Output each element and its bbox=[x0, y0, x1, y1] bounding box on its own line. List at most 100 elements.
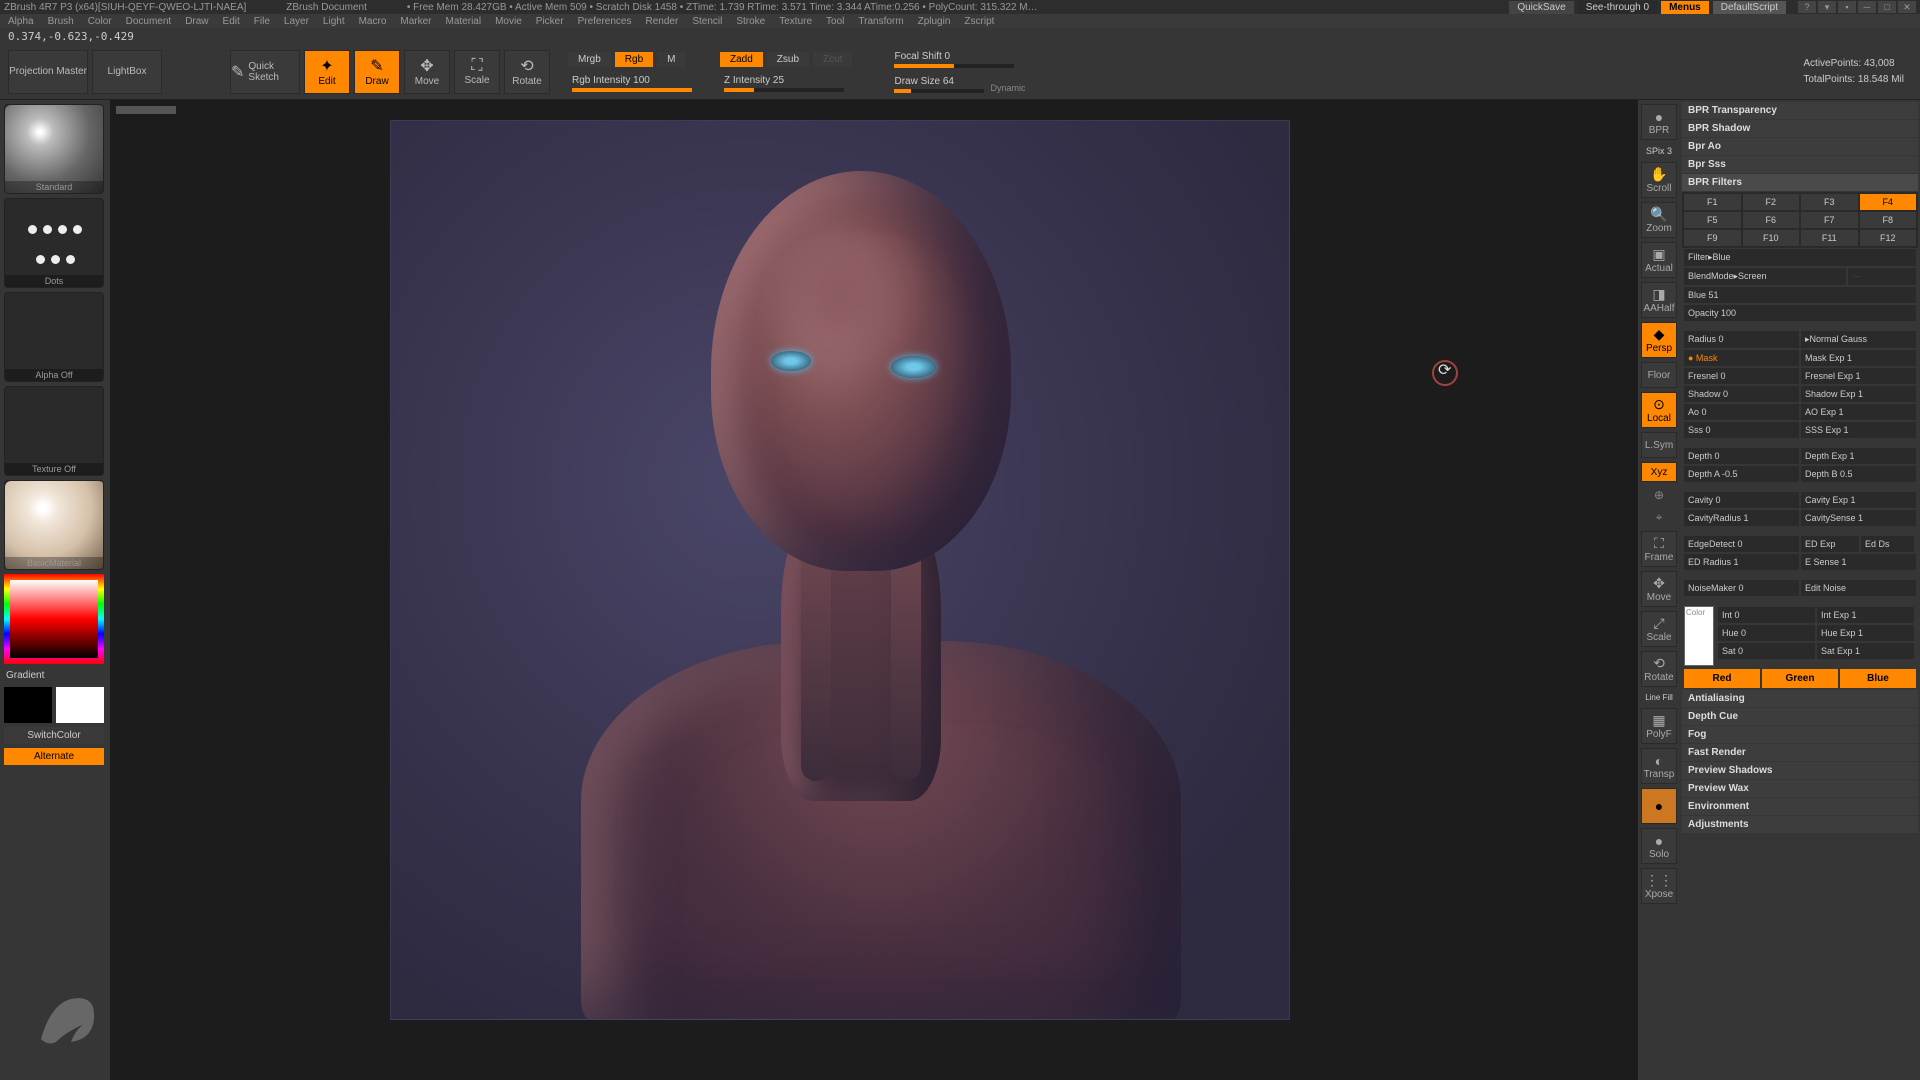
focal-shift-slider[interactable]: Focal Shift 0 bbox=[894, 51, 1025, 68]
ghost-button[interactable]: ● bbox=[1641, 788, 1677, 824]
section-pshadows[interactable]: Preview Shadows bbox=[1682, 762, 1918, 779]
ed-exp-slider[interactable]: ED Exp bbox=[1801, 536, 1859, 552]
depth-b-slider[interactable]: Depth B 0.5 bbox=[1801, 466, 1916, 482]
dynamic-label[interactable]: Dynamic bbox=[990, 83, 1025, 93]
normal-dropdown[interactable]: ▸Normal Gauss bbox=[1801, 331, 1916, 348]
cavity-sense-slider[interactable]: CavitySense 1 bbox=[1801, 510, 1916, 526]
draw-mode-button[interactable]: ✎Draw bbox=[354, 50, 400, 94]
filter-f9[interactable]: F9 bbox=[1684, 230, 1741, 246]
filter-f6[interactable]: F6 bbox=[1743, 212, 1800, 228]
rgb-intensity-slider[interactable]: Rgb Intensity 100 bbox=[572, 75, 692, 92]
move-mode-button[interactable]: ✥Move bbox=[404, 50, 450, 94]
center-icon[interactable]: ⊕ bbox=[1652, 486, 1666, 504]
cavity-exp-slider[interactable]: Cavity Exp 1 bbox=[1801, 492, 1916, 508]
rotate-mode-button[interactable]: ⟲Rotate bbox=[504, 50, 550, 94]
bpr-button[interactable]: ●BPR bbox=[1641, 104, 1677, 140]
spix-slider[interactable]: SPix 3 bbox=[1644, 144, 1674, 158]
section-pwax[interactable]: Preview Wax bbox=[1682, 780, 1918, 797]
red-channel-button[interactable]: Red bbox=[1684, 669, 1760, 688]
brush-selector[interactable]: Standard bbox=[4, 104, 104, 194]
menu-marker[interactable]: Marker bbox=[400, 16, 431, 27]
xpose-button[interactable]: ⋮⋮Xpose bbox=[1641, 868, 1677, 904]
edit-mode-button[interactable]: ✦Edit bbox=[304, 50, 350, 94]
local-button[interactable]: ⊙Local bbox=[1641, 392, 1677, 428]
filter-f3[interactable]: F3 bbox=[1801, 194, 1858, 210]
quicksave-button[interactable]: QuickSave bbox=[1509, 1, 1573, 14]
menu-render[interactable]: Render bbox=[646, 16, 679, 27]
filter-f8[interactable]: F8 bbox=[1860, 212, 1917, 228]
menu-layer[interactable]: Layer bbox=[284, 16, 309, 27]
section-filters[interactable]: BPR Filters bbox=[1682, 174, 1918, 191]
menu-color[interactable]: Color bbox=[88, 16, 112, 27]
menu-zplugin[interactable]: Zplugin bbox=[918, 16, 951, 27]
nav-rotate-button[interactable]: ⟲Rotate bbox=[1641, 651, 1677, 687]
depth-exp-slider[interactable]: Depth Exp 1 bbox=[1801, 448, 1916, 464]
doc-tab[interactable] bbox=[116, 106, 176, 114]
close-icon[interactable]: ✕ bbox=[1898, 1, 1916, 13]
menu-edit[interactable]: Edit bbox=[223, 16, 240, 27]
edit-noise-button[interactable]: Edit Noise bbox=[1801, 580, 1916, 596]
scale-mode-button[interactable]: ⛶Scale bbox=[454, 50, 500, 94]
blue-channel-button[interactable]: Blue bbox=[1840, 669, 1916, 688]
section-fog[interactable]: Fog bbox=[1682, 726, 1918, 743]
menu-document[interactable]: Document bbox=[126, 16, 172, 27]
section-shadow[interactable]: BPR Shadow bbox=[1682, 120, 1918, 137]
filter-f1[interactable]: F1 bbox=[1684, 194, 1741, 210]
lightbox-button[interactable]: LightBox bbox=[92, 50, 162, 94]
section-sss[interactable]: Bpr Sss bbox=[1682, 156, 1918, 173]
menu-alpha[interactable]: Alpha bbox=[8, 16, 34, 27]
menu-movie[interactable]: Movie bbox=[495, 16, 522, 27]
solo-button[interactable]: ●Solo bbox=[1641, 828, 1677, 864]
hue-exp-slider[interactable]: Hue Exp 1 bbox=[1817, 625, 1914, 641]
ed-radius-slider[interactable]: ED Radius 1 bbox=[1684, 554, 1799, 570]
locate-icon[interactable]: ⌖ bbox=[1654, 508, 1665, 527]
aahalf-button[interactable]: ◨AAHalf bbox=[1641, 282, 1677, 318]
zsub-button[interactable]: Zsub bbox=[767, 52, 809, 67]
mask-slider[interactable]: ● Mask bbox=[1684, 350, 1799, 366]
pin-icon[interactable]: ▾ bbox=[1818, 1, 1836, 13]
filter-f11[interactable]: F11 bbox=[1801, 230, 1858, 246]
green-channel-button[interactable]: Green bbox=[1762, 669, 1838, 688]
ao-exp-slider[interactable]: AO Exp 1 bbox=[1801, 404, 1916, 420]
texture-selector[interactable]: Texture Off bbox=[4, 386, 104, 476]
sss-exp-slider[interactable]: SSS Exp 1 bbox=[1801, 422, 1916, 438]
script-button[interactable]: DefaultScript bbox=[1713, 1, 1786, 14]
z-intensity-slider[interactable]: Z Intensity 25 bbox=[724, 75, 852, 92]
mask-exp-slider[interactable]: Mask Exp 1 bbox=[1801, 350, 1916, 366]
minimize-icon[interactable]: ─ bbox=[1858, 1, 1876, 13]
filter-f7[interactable]: F7 bbox=[1801, 212, 1858, 228]
menu-texture[interactable]: Texture bbox=[779, 16, 812, 27]
polyf-button[interactable]: ▦PolyF bbox=[1641, 708, 1677, 744]
section-adj[interactable]: Adjustments bbox=[1682, 816, 1918, 833]
m-button[interactable]: M bbox=[657, 52, 685, 67]
color-picker[interactable] bbox=[4, 574, 104, 664]
cavity-slider[interactable]: Cavity 0 bbox=[1684, 492, 1799, 508]
frame-button[interactable]: ⛶Frame bbox=[1641, 531, 1677, 567]
projection-master-button[interactable]: Projection Master bbox=[8, 50, 88, 94]
e-sense-slider[interactable]: E Sense 1 bbox=[1801, 554, 1916, 570]
render-canvas[interactable] bbox=[390, 120, 1290, 1020]
ao-slider[interactable]: Ao 0 bbox=[1684, 404, 1799, 420]
fresnel-slider[interactable]: Fresnel 0 bbox=[1684, 368, 1799, 384]
sat-slider[interactable]: Sat 0 bbox=[1718, 643, 1815, 659]
alpha-selector[interactable]: Alpha Off bbox=[4, 292, 104, 382]
lsym-button[interactable]: L.Sym bbox=[1641, 432, 1677, 458]
maximize-icon[interactable]: □ bbox=[1878, 1, 1896, 13]
config-icon[interactable]: ▪ bbox=[1838, 1, 1856, 13]
sss-slider[interactable]: Sss 0 bbox=[1684, 422, 1799, 438]
menu-picker[interactable]: Picker bbox=[536, 16, 564, 27]
menu-stencil[interactable]: Stencil bbox=[692, 16, 722, 27]
transp-button[interactable]: ◐Transp bbox=[1641, 748, 1677, 784]
section-depthcue[interactable]: Depth Cue bbox=[1682, 708, 1918, 725]
quick-sketch-button[interactable]: ✎Quick Sketch bbox=[230, 50, 300, 94]
blue-slider[interactable]: Blue 51 bbox=[1684, 287, 1916, 303]
filter-f4[interactable]: F4 bbox=[1860, 194, 1917, 210]
zadd-button[interactable]: Zadd bbox=[720, 52, 763, 67]
edge-detect-slider[interactable]: EdgeDetect 0 bbox=[1684, 536, 1799, 552]
section-transparency[interactable]: BPR Transparency bbox=[1682, 102, 1918, 119]
blend-mode[interactable]: BlendMode▸Screen bbox=[1684, 268, 1846, 285]
ed-ds-slider[interactable]: Ed Ds bbox=[1861, 536, 1914, 552]
scroll-button[interactable]: ✋Scroll bbox=[1641, 162, 1677, 198]
fresnel-exp-slider[interactable]: Fresnel Exp 1 bbox=[1801, 368, 1916, 384]
noise-slider[interactable]: NoiseMaker 0 bbox=[1684, 580, 1799, 596]
